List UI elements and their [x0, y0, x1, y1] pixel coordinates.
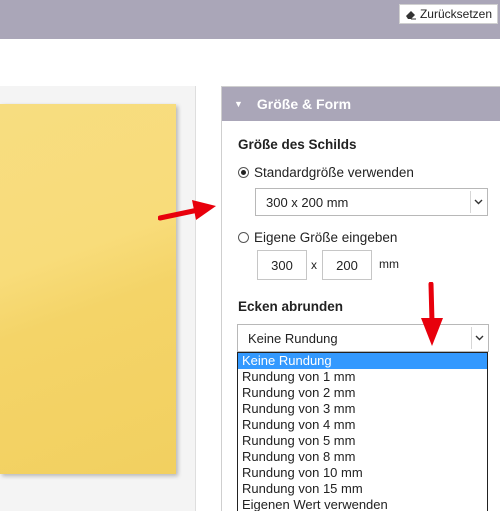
option-15mm[interactable]: Rundung von 15 mm — [238, 481, 487, 497]
option-10mm[interactable]: Rundung von 10 mm — [238, 465, 487, 481]
panel-header[interactable]: ▼ Größe & Form — [222, 87, 500, 121]
custom-size-label: Eigene Größe eingeben — [254, 230, 398, 245]
caret-down-icon: ▼ — [234, 99, 243, 109]
eraser-icon — [405, 9, 417, 20]
reset-button-label: Zurücksetzen — [419, 7, 492, 21]
standard-size-value: 300 x 200 mm — [266, 194, 349, 210]
corner-rounding-value: Keine Rundung — [248, 330, 338, 346]
standard-size-radio[interactable]: Standardgröße verwenden — [238, 165, 414, 180]
standard-size-label: Standardgröße verwenden — [254, 165, 414, 180]
reset-button[interactable]: Zurücksetzen — [398, 4, 498, 24]
sign-preview[interactable] — [0, 104, 176, 474]
corner-rounding-select[interactable]: Keine Rundung — [237, 324, 489, 352]
custom-height-input[interactable]: 200 — [322, 250, 372, 280]
size-section-title: Größe des Schilds — [238, 137, 357, 152]
option-8mm[interactable]: Rundung von 8 mm — [238, 449, 487, 465]
standard-size-select[interactable]: 300 x 200 mm — [255, 188, 488, 216]
times-sign: x — [311, 258, 317, 272]
chevron-down-icon — [471, 327, 486, 349]
custom-size-radio[interactable]: Eigene Größe eingeben — [238, 230, 397, 245]
option-keine-rundung[interactable]: Keine Rundung — [238, 353, 487, 369]
option-3mm[interactable]: Rundung von 3 mm — [238, 401, 487, 417]
option-5mm[interactable]: Rundung von 5 mm — [238, 433, 487, 449]
red-arrow-right-annotation — [158, 200, 216, 221]
option-1mm[interactable]: Rundung von 1 mm — [238, 369, 487, 385]
top-toolbar: Zurücksetzen — [0, 0, 500, 39]
red-arrow-down-annotation — [421, 282, 443, 346]
corner-rounding-options[interactable]: Keine Rundung Rundung von 1 mm Rundung v… — [237, 352, 488, 511]
option-2mm[interactable]: Rundung von 2 mm — [238, 385, 487, 401]
chevron-down-icon — [470, 191, 485, 213]
option-custom-value[interactable]: Eigenen Wert verwenden — [238, 497, 487, 511]
custom-width-input[interactable]: 300 — [257, 250, 307, 280]
option-4mm[interactable]: Rundung von 4 mm — [238, 417, 487, 433]
corners-section-title: Ecken abrunden — [238, 299, 344, 314]
radio-unchecked-icon[interactable] — [238, 232, 249, 243]
panel-title: Größe & Form — [256, 96, 352, 112]
unit-label: mm — [379, 257, 399, 271]
radio-checked-icon[interactable] — [238, 167, 249, 178]
